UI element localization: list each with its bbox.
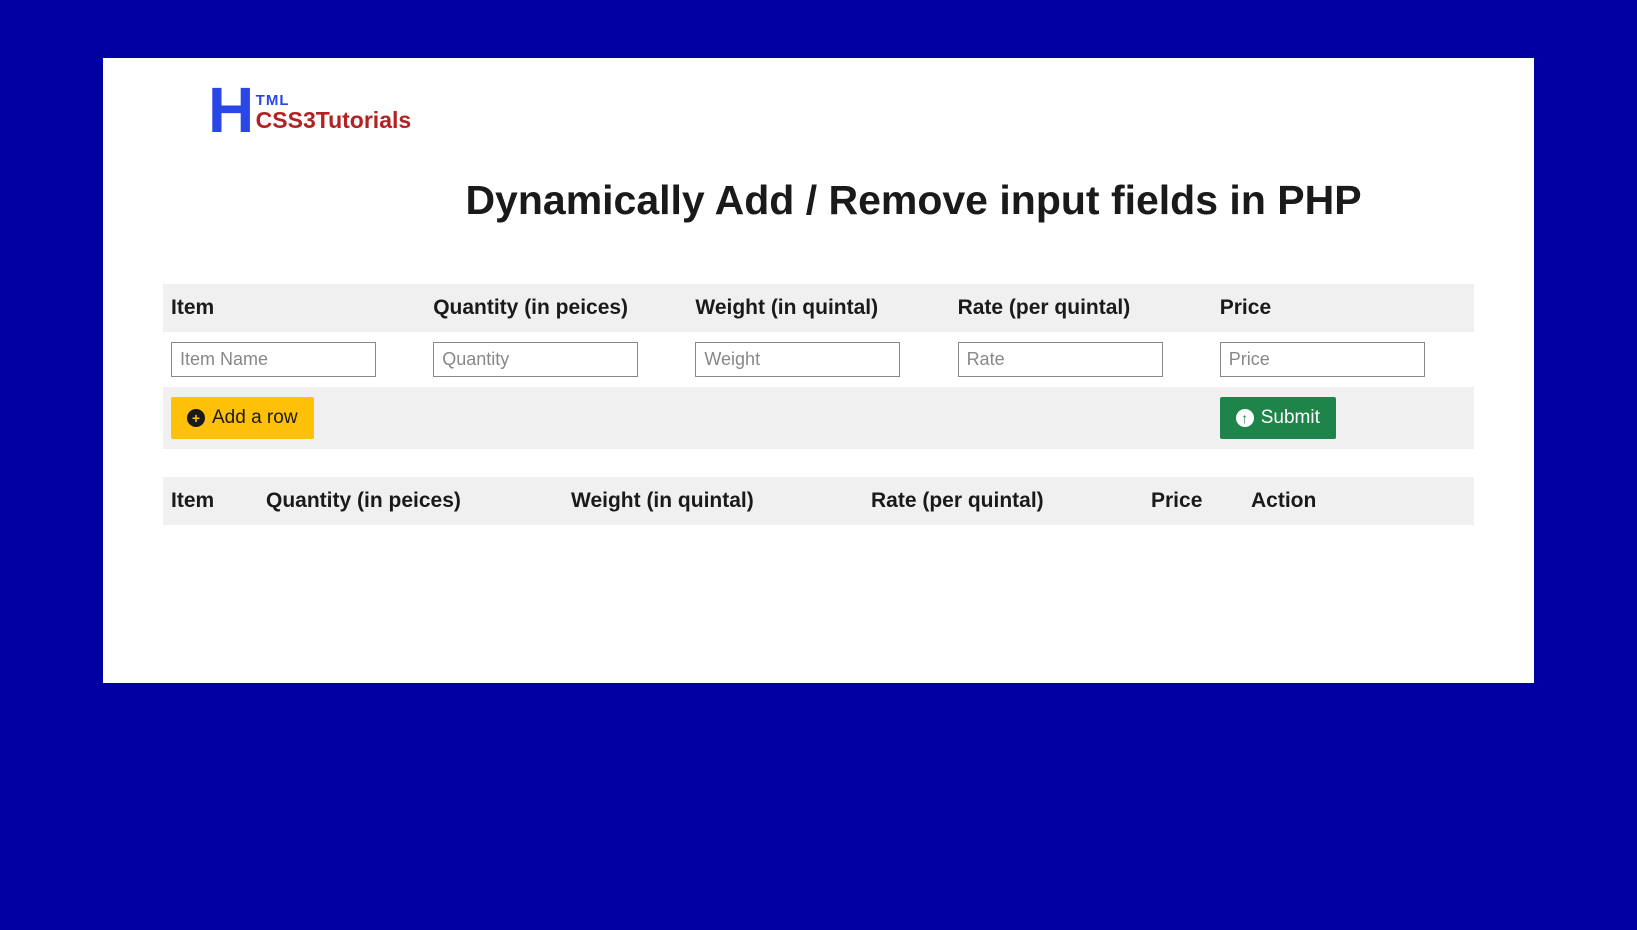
page-container: H TML CSS3Tutorials Dynamically Add / Re…: [103, 58, 1534, 683]
submit-label: Submit: [1261, 407, 1320, 429]
results-table: Item Quantity (in peices) Weight (in qui…: [163, 477, 1474, 525]
logo: H TML CSS3Tutorials: [163, 78, 1474, 142]
header-price: Price: [1212, 284, 1474, 332]
price-input[interactable]: [1220, 342, 1425, 377]
submit-button[interactable]: ↑ Submit: [1220, 397, 1336, 439]
arrow-up-circle-icon: ↑: [1236, 409, 1254, 427]
results-header-rate: Rate (per quintal): [863, 477, 1143, 525]
header-weight: Weight (in quintal): [687, 284, 949, 332]
item-name-input[interactable]: [171, 342, 376, 377]
rate-input[interactable]: [958, 342, 1163, 377]
results-header-action: Action: [1243, 477, 1474, 525]
results-header-quantity: Quantity (in peices): [258, 477, 563, 525]
page-title: Dynamically Add / Remove input fields in…: [163, 177, 1474, 224]
results-header-row: Item Quantity (in peices) Weight (in qui…: [163, 477, 1474, 525]
plus-circle-icon: +: [187, 409, 205, 427]
form-table: Item Quantity (in peices) Weight (in qui…: [163, 284, 1474, 449]
action-row: + Add a row ↑ Submit: [163, 387, 1474, 449]
header-item: Item: [163, 284, 425, 332]
header-rate: Rate (per quintal): [950, 284, 1212, 332]
quantity-input[interactable]: [433, 342, 638, 377]
header-quantity: Quantity (in peices): [425, 284, 687, 332]
form-header-row: Item Quantity (in peices) Weight (in qui…: [163, 284, 1474, 332]
weight-input[interactable]: [695, 342, 900, 377]
logo-sub: CSS3Tutorials: [256, 107, 412, 134]
add-row-button[interactable]: + Add a row: [171, 397, 314, 439]
results-header-price: Price: [1143, 477, 1243, 525]
results-header-item: Item: [163, 477, 258, 525]
logo-h: H: [208, 78, 254, 142]
form-input-row: [163, 332, 1474, 387]
results-header-weight: Weight (in quintal): [563, 477, 863, 525]
logo-text-group: TML CSS3Tutorials: [256, 92, 412, 134]
add-row-label: Add a row: [212, 407, 298, 429]
